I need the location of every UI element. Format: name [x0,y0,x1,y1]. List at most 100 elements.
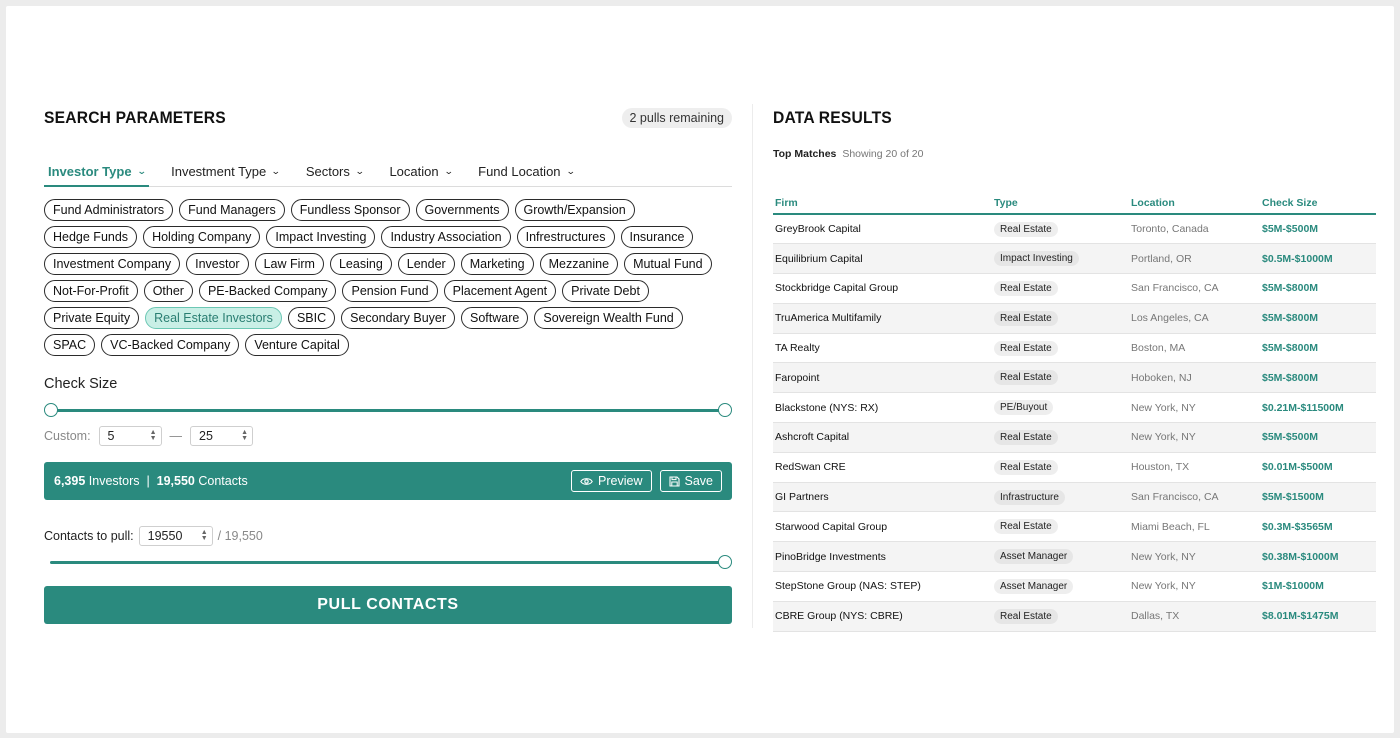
chip-fund-administrators[interactable]: Fund Administrators [44,199,174,221]
chip-investment-company[interactable]: Investment Company [44,253,181,275]
chip-fund-managers[interactable]: Fund Managers [179,199,285,221]
column-header-type[interactable]: Type [992,190,1129,215]
filter-tab-label: Location [389,164,439,179]
chip-infrestructures[interactable]: Infrestructures [516,226,615,248]
table-row[interactable]: Equilibrium Capital Impact Investing Portl… [773,243,1376,275]
chip-law-firm[interactable]: Law Firm [254,253,324,275]
cell-location: San Francisco, CA [1129,482,1260,513]
chip-growth-expansion[interactable]: Growth/Expansion [514,199,635,221]
chip-spac[interactable]: SPAC [44,334,96,356]
type-badge: Infrastructure [994,489,1065,505]
preview-button[interactable]: Preview [571,470,652,492]
cell-firm: Stockbridge Capital Group [773,273,992,304]
summary-text: 6,395 Investors | 19,550 Contacts [54,474,248,488]
chip-marketing[interactable]: Marketing [460,253,534,275]
chip-sovereign-wealth-fund[interactable]: Sovereign Wealth Fund [534,307,683,329]
pull-contacts-button[interactable]: PULL CONTACTS [44,586,732,624]
chip-private-debt[interactable]: Private Debt [562,280,649,302]
cell-location: Dallas, TX [1129,601,1260,632]
chip-leasing[interactable]: Leasing [329,253,392,275]
chip-mezzanine[interactable]: Mezzanine [539,253,619,275]
data-results-panel: DATA RESULTS Top Matches Showing 20 of 2… [773,98,1376,632]
chip-pension-fund[interactable]: Pension Fund [342,280,438,302]
chip-insurance[interactable]: Insurance [620,226,694,248]
chip-other[interactable]: Other [143,280,193,302]
chip-lender[interactable]: Lender [397,253,455,275]
pulls-remaining-badge: 2 pulls remaining [621,108,732,128]
custom-label: Custom: [44,429,91,443]
chip-real-estate-investors[interactable]: Real Estate Investors [145,307,282,329]
filter-tab-investment-type[interactable]: Investment Type ⌄ [167,157,284,186]
chip-investor[interactable]: Investor [186,253,249,275]
chevron-down-icon: ⌄ [354,166,365,176]
spinner-arrows-icon[interactable]: ▲ ▼ [150,429,157,442]
type-badge: Impact Investing [994,251,1079,267]
type-badge: Real Estate [994,280,1058,296]
check-size-min-input[interactable]: 5 ▲ ▼ [98,426,162,446]
chip-fundless-sponsor[interactable]: Fundless Sponsor [290,199,410,221]
cell-type: Real Estate [992,362,1129,394]
cell-location: New York, NY [1129,392,1260,424]
table-row[interactable]: StepStone Group (NAS: STEP) Asset Manager… [773,571,1376,602]
cell-firm: RedSwan CRE [773,452,992,483]
table-row[interactable]: Blackstone (NYS: RX) PE/Buyout New York, N… [773,392,1376,424]
chip-holding-company[interactable]: Holding Company [143,226,261,248]
type-badge: Real Estate [994,310,1058,326]
summary-separator: | [146,474,150,488]
contacts-to-pull-value: 19550 [147,529,183,543]
check-size-slider[interactable] [44,400,732,420]
cell-check-size: $5M-$800M [1260,362,1376,394]
table-row[interactable]: Ashcroft Capital Real Estate New York, NY $… [773,422,1376,453]
chip-industry-association[interactable]: Industry Association [381,226,511,248]
chip-pe-backed-company[interactable]: PE-Backed Company [198,280,337,302]
chip-vc-backed-company[interactable]: VC-Backed Company [101,334,240,356]
chip-mutual-fund[interactable]: Mutual Fund [624,253,712,275]
chip-impact-investing[interactable]: Impact Investing [266,226,376,248]
column-header-firm[interactable]: Firm [773,190,992,215]
chevron-down-icon: ⌄ [443,166,454,176]
table-row[interactable]: Faropoint Real Estate Hoboken, NJ $5M-$800M [773,362,1376,394]
chip-placement-agent[interactable]: Placement Agent [443,280,557,302]
chip-hedge-funds[interactable]: Hedge Funds [44,226,138,248]
table-row[interactable]: TruAmerica Multifamily Real Estate Los Ang… [773,303,1376,334]
cell-location: Hoboken, NJ [1129,362,1260,394]
preview-button-label: Preview [598,474,643,488]
check-size-max-handle[interactable] [718,403,732,417]
spinner-arrows-icon[interactable]: ▲ ▼ [241,429,248,442]
chip-not-for-profit[interactable]: Not-For-Profit [44,280,138,302]
filter-tab-sectors[interactable]: Sectors ⌄ [302,157,368,186]
filter-tab-location[interactable]: Location ⌄ [385,157,456,186]
cell-location: New York, NY [1129,541,1260,573]
table-row[interactable]: GreyBrook Capital Real Estate Toronto, Can… [773,214,1376,245]
table-row[interactable]: TA Realty Real Estate Boston, MA $5M-$800M [773,333,1376,364]
table-row[interactable]: CBRE Group (NYS: CBRE) Real Estate Dallas,… [773,601,1376,632]
cell-location: New York, NY [1129,422,1260,453]
check-size-max-input[interactable]: 25 ▲ ▼ [190,426,254,446]
check-size-min-handle[interactable] [44,403,58,417]
contacts-to-pull-input[interactable]: 19550 ▲ ▼ [138,526,213,546]
chip-sbic[interactable]: SBIC [287,307,336,329]
save-button[interactable]: Save [659,470,722,492]
chip-governments[interactable]: Governments [415,199,509,221]
table-row[interactable]: Stockbridge Capital Group Real Estate San … [773,273,1376,304]
table-row[interactable]: GI Partners Infrastructure San Francisco, … [773,482,1376,513]
results-table-body: GreyBrook Capital Real Estate Toronto, Can… [773,214,1376,632]
column-header-location[interactable]: Location [1129,190,1260,215]
filter-tabs: Investor Type ⌄ Investment Type ⌄ Sectors ⌄ Lo… [44,157,732,187]
chip-venture-capital[interactable]: Venture Capital [245,334,349,356]
contacts-pull-slider[interactable] [44,552,732,572]
table-row[interactable]: PinoBridge Investments Asset Manager New Y… [773,541,1376,573]
chip-software[interactable]: Software [461,307,529,329]
filter-tab-fund-location[interactable]: Fund Location ⌄ [474,157,578,186]
chip-secondary-buyer[interactable]: Secondary Buyer [341,307,456,329]
results-summary-bar: 6,395 Investors | 19,550 Contacts Previe… [44,462,732,500]
app-card: SEARCH PARAMETERS 2 pulls remaining Inve… [6,6,1394,733]
spinner-arrows-icon[interactable]: ▲ ▼ [201,529,208,542]
table-row[interactable]: Starwood Capital Group Real Estate Miami B… [773,511,1376,543]
column-header-check-size[interactable]: Check Size [1260,190,1376,215]
table-header-row: Firm Type Location Check Size [773,190,1376,215]
table-row[interactable]: RedSwan CRE Real Estate Houston, TX $0.01M-… [773,452,1376,483]
contacts-pull-handle[interactable] [718,555,732,569]
chip-private-equity[interactable]: Private Equity [44,307,140,329]
filter-tab-investor-type[interactable]: Investor Type ⌄ [44,157,150,187]
